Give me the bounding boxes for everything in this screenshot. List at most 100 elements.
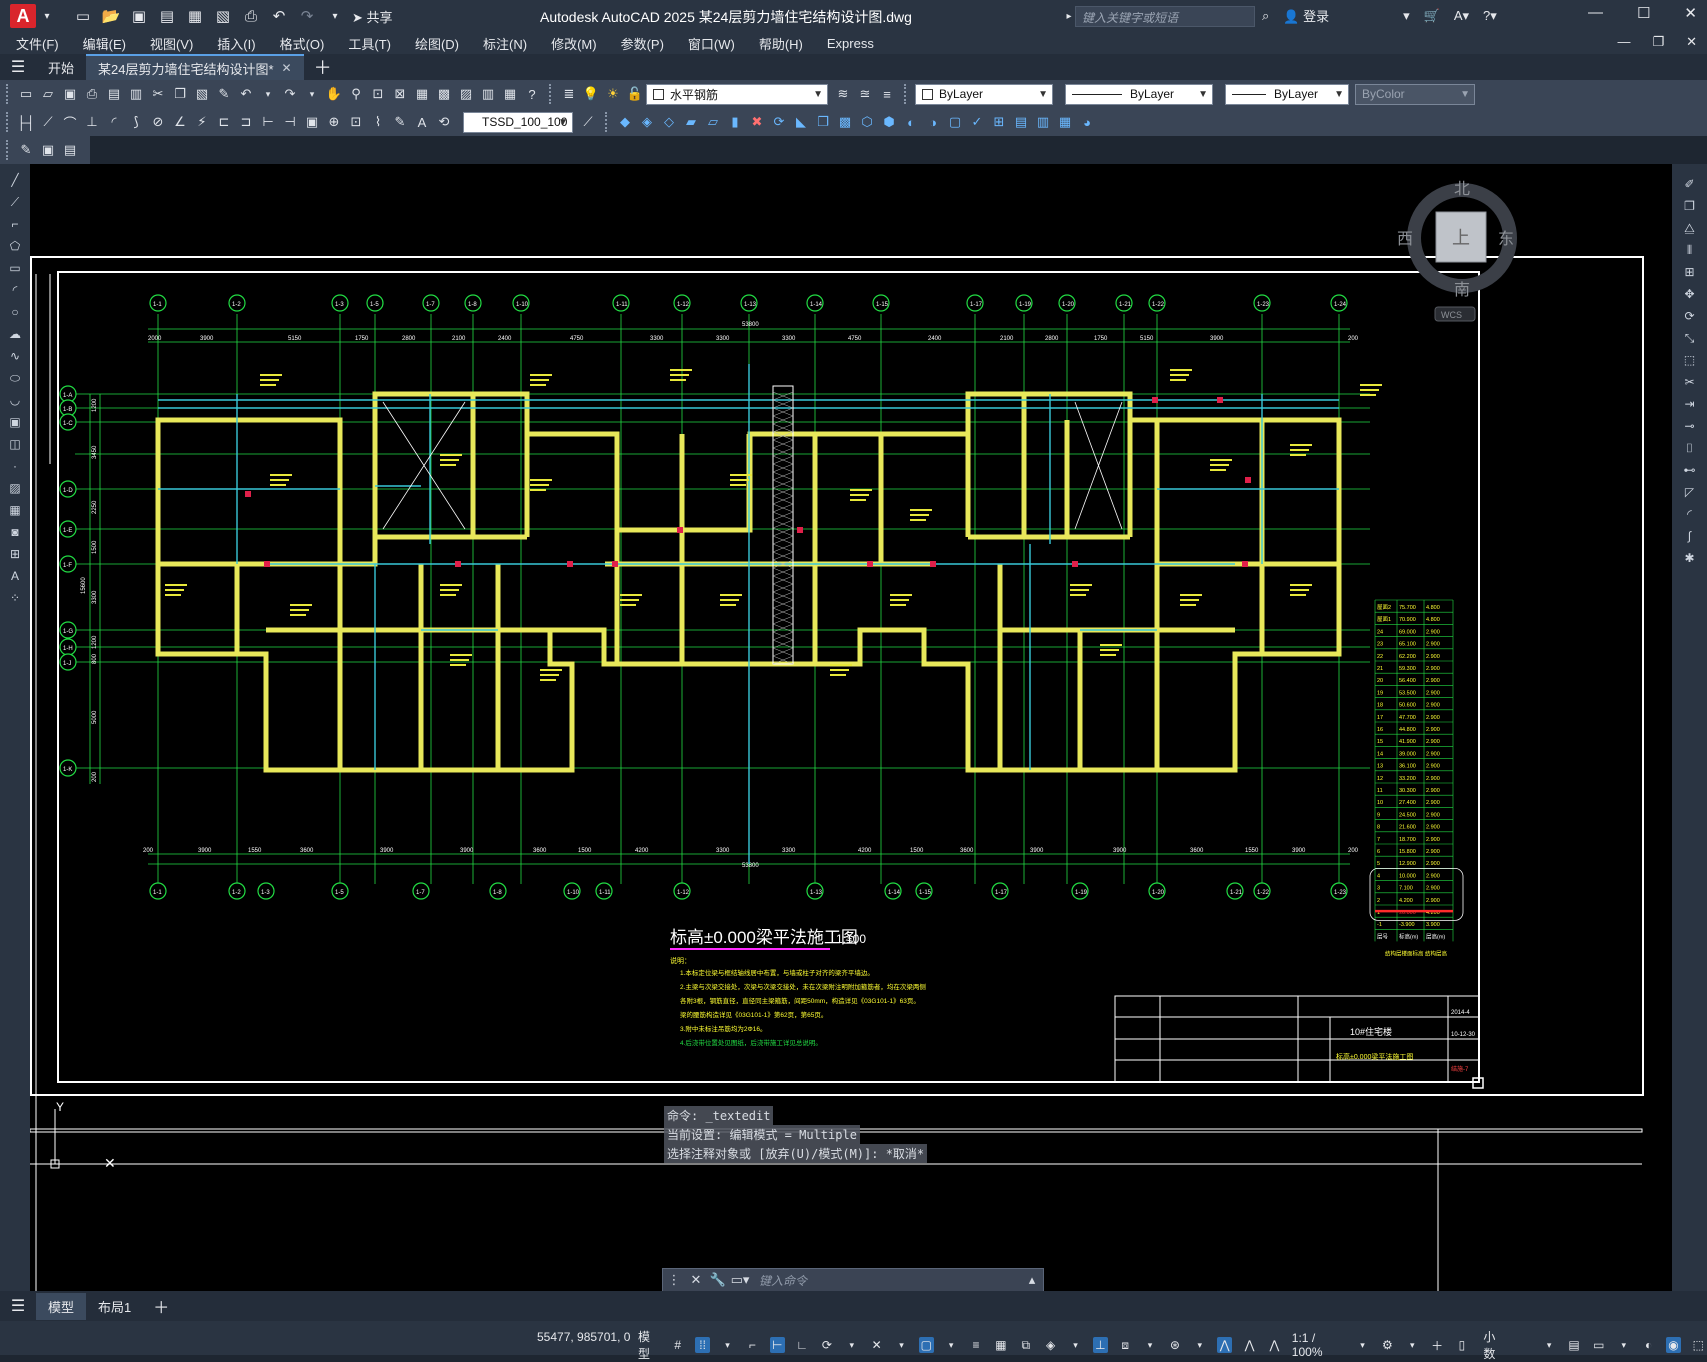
linear-dim-icon[interactable]: ├┤ [17, 113, 35, 131]
autodesk-account-icon[interactable]: A▾ [1454, 8, 1469, 24]
maximize-icon[interactable]: ☐ [1637, 4, 1650, 22]
table-icon[interactable]: ⊞ [6, 546, 24, 562]
offset-icon[interactable]: ⫴ [1681, 242, 1699, 258]
titleblock-code[interactable]: 2014-4 [1451, 1010, 1470, 1016]
calculator-icon[interactable]: ▦ [501, 85, 519, 103]
zoom-realtime-icon[interactable]: ⚲ [347, 85, 365, 103]
gizmo-icon[interactable]: ⊛ [1168, 1337, 1183, 1353]
fillet-edge-icon[interactable]: ◕ [1078, 113, 1096, 131]
dropdown-icon[interactable]: ▾ [844, 1337, 859, 1353]
ellipse-icon[interactable]: ⬭ [6, 370, 24, 386]
make-block-icon[interactable]: ◫ [6, 436, 24, 452]
radius-dim-icon[interactable]: ◜ [105, 113, 123, 131]
quick-properties-icon[interactable]: ▤ [1567, 1337, 1582, 1353]
titleblock-drawing-name[interactable]: 标高±0.000梁平法施工图 [1336, 1052, 1413, 1061]
toolbar-grip[interactable] [549, 84, 553, 104]
solid-union-icon[interactable]: ◆ [616, 113, 634, 131]
doc-minimize-icon[interactable]: — [1617, 34, 1630, 50]
circle-icon[interactable]: ○ [6, 304, 24, 320]
tab-layout1[interactable]: 布局1 [86, 1293, 143, 1320]
drawing-title[interactable]: 标高±0.000梁平法施工图 [670, 928, 858, 947]
zoom-window-icon[interactable]: ⊡ [369, 85, 387, 103]
make-current-layer-icon[interactable]: ≋ [834, 85, 852, 103]
join-icon[interactable]: ⊷ [1681, 462, 1699, 478]
grid-icon[interactable]: # [670, 1337, 685, 1353]
undo-icon[interactable]: ↶ [270, 7, 288, 25]
convert-solid-icon[interactable]: ▦ [1056, 113, 1074, 131]
undo-icon[interactable]: ↶ [237, 85, 255, 103]
layer-properties-icon[interactable]: ≣ [560, 85, 578, 103]
3d-osnap-icon[interactable]: ◈ [1043, 1337, 1058, 1353]
linetype-dropdown[interactable]: ByLayer ▼ [1065, 83, 1213, 105]
help-icon[interactable]: ? [523, 85, 541, 103]
jogged-linear-icon[interactable]: ⌇ [369, 113, 387, 131]
dim-text-edit-icon[interactable]: A [413, 113, 431, 131]
dropdown-icon[interactable]: ▾ [1616, 1337, 1631, 1353]
viewcube-east[interactable]: 东 [1498, 229, 1514, 248]
fillet-icon[interactable]: ◜ [1681, 506, 1699, 522]
menu-item-6[interactable]: 绘图(D) [415, 34, 459, 53]
baseline-dim-icon[interactable]: ⊏ [215, 113, 233, 131]
ordinate-dim-icon[interactable]: ⊥ [83, 113, 101, 131]
break-icon[interactable]: ⌷ [1681, 440, 1699, 456]
ortho-icon[interactable]: ∟ [795, 1337, 810, 1353]
dropdown-icon[interactable]: ▾ [720, 1337, 735, 1353]
quick-dim-icon[interactable]: ⚡ [193, 113, 211, 131]
arc-length-icon[interactable]: ⌒ [61, 113, 79, 131]
lineweight-icon[interactable]: ≡ [969, 1337, 984, 1353]
new-icon[interactable]: ▭ [17, 85, 35, 103]
infer-constraints-icon[interactable]: ⌐ [745, 1337, 760, 1353]
check-icon[interactable]: ✓ [968, 113, 986, 131]
redo-icon[interactable]: ↷ [281, 85, 299, 103]
cmd-history-up-icon[interactable]: ▴ [1021, 1272, 1043, 1288]
solid-subtract-icon[interactable]: ◈ [638, 113, 656, 131]
doc-restore-icon[interactable]: ❐ [1652, 34, 1664, 50]
menu-item-1[interactable]: 编辑(E) [83, 34, 126, 53]
cmd-grip-icon[interactable]: ⋮ [663, 1272, 685, 1288]
cmd-close-icon[interactable]: ✕ [685, 1272, 707, 1288]
auto-scale-icon[interactable]: ⋀ [1242, 1337, 1257, 1353]
move-icon[interactable]: ✥ [1681, 286, 1699, 302]
publish-icon[interactable]: ▦ [186, 7, 204, 25]
jogged-dim-icon[interactable]: ⟆ [127, 113, 145, 131]
revcloud-icon[interactable]: ☁ [6, 326, 24, 342]
publish-icon[interactable]: ▥ [127, 85, 145, 103]
array-icon[interactable]: ⊞ [1681, 264, 1699, 280]
drawing-canvas[interactable]: 2000 3900 5150 1750 2800 2100 2400 4750 3300 3300… [30, 164, 1672, 1291]
construction-line-icon[interactable]: ⟋ [6, 194, 24, 210]
center-mark-icon[interactable]: ⊕ [325, 113, 343, 131]
dynamic-input-icon[interactable]: ⊢ [769, 1337, 785, 1353]
layer-thaw-icon[interactable]: ☀ [604, 85, 622, 103]
spline-icon[interactable]: ∿ [6, 348, 24, 364]
paste-icon[interactable]: ▧ [193, 85, 211, 103]
minimize-icon[interactable]: — [1588, 4, 1603, 22]
rectangle-icon[interactable]: ▭ [6, 260, 24, 276]
menu-item-12[interactable]: Express [827, 36, 874, 51]
dropdown-icon[interactable]: ▾ [1068, 1337, 1083, 1353]
solid-intersect-icon[interactable]: ◇ [660, 113, 678, 131]
titleblock-sheet[interactable]: 结施-7 [1451, 1065, 1469, 1073]
layer-lock-icon[interactable]: 🔓 [626, 85, 644, 103]
dim-break-icon[interactable]: ⊣ [281, 113, 299, 131]
autocad-logo-icon[interactable]: A [10, 4, 36, 28]
search-input[interactable]: 键入关键字或短语 [1075, 6, 1255, 27]
properties-icon[interactable]: ▦ [413, 85, 431, 103]
open-icon[interactable]: ▱ [39, 85, 57, 103]
redo-list-icon[interactable]: ▾ [303, 85, 321, 103]
menu-item-2[interactable]: 视图(V) [150, 34, 193, 53]
note-line[interactable]: 1.本标定位梁与框结轴线居中布置，与墙或柱子对齐的梁齐平墙边。 [680, 968, 874, 977]
dropdown-icon[interactable]: ▾ [1143, 1337, 1158, 1353]
insert-block-icon[interactable]: ▣ [6, 414, 24, 430]
blend-icon[interactable]: ∫ [1681, 528, 1699, 544]
pan-icon[interactable]: ✋ [325, 85, 343, 103]
note-line[interactable]: 梁的腰筋构造详见《03G101-1》第62页，第65页。 [680, 1010, 827, 1019]
diameter-dim-icon[interactable]: ⊘ [149, 113, 167, 131]
toolbar-grip[interactable] [904, 84, 908, 104]
menu-item-8[interactable]: 修改(M) [551, 34, 597, 53]
doc-close-icon[interactable]: ✕ [1686, 34, 1697, 50]
region-icon[interactable]: ◙ [6, 524, 24, 540]
scale-icon[interactable]: ⤡ [1681, 330, 1699, 346]
viewcube-west[interactable]: 西 [1397, 229, 1413, 248]
hatch-icon[interactable]: ▨ [6, 480, 24, 496]
design-center-icon[interactable]: ▩ [435, 85, 453, 103]
